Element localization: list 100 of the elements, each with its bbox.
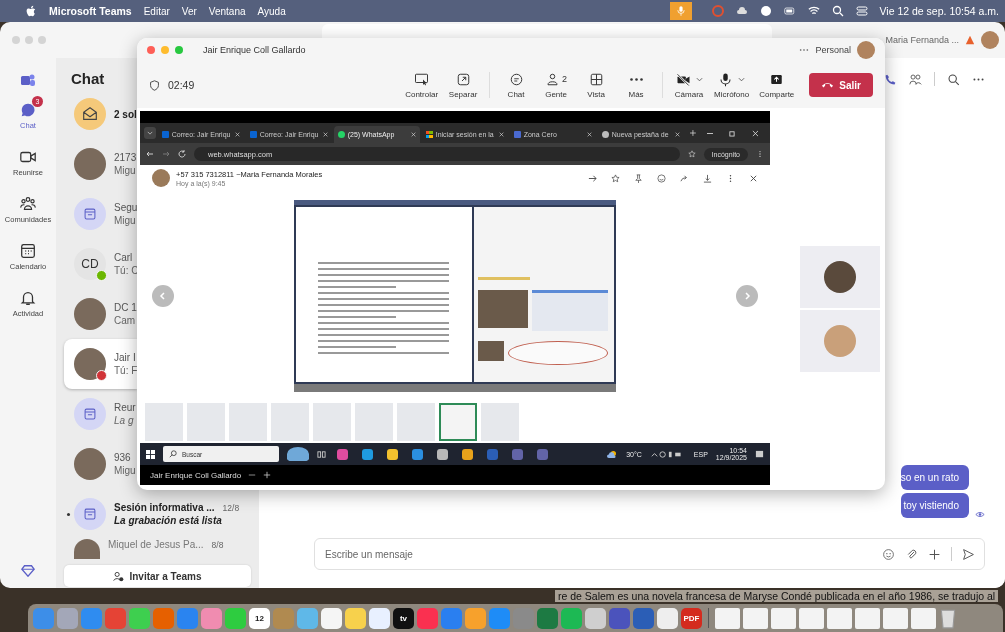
emoji-icon[interactable] <box>882 547 895 561</box>
menu-item[interactable]: Editar <box>143 5 170 17</box>
emoji-icon[interactable] <box>657 173 666 183</box>
leave-button[interactable]: Salir <box>809 73 873 97</box>
menu-item[interactable]: Ver <box>181 5 197 17</box>
invite-button[interactable]: Invitar a Teams <box>64 565 251 587</box>
document-icon[interactable] <box>855 607 880 629</box>
more-icon[interactable] <box>799 48 810 52</box>
image-thumbnail[interactable] <box>271 403 309 441</box>
call-control-button[interactable]: Separar <box>445 71 482 99</box>
wifi-icon[interactable] <box>807 5 820 17</box>
send-icon[interactable] <box>962 547 975 561</box>
paperclip-icon[interactable] <box>905 547 918 561</box>
search-icon[interactable] <box>831 5 844 17</box>
avatar[interactable] <box>857 41 875 59</box>
notification-icon[interactable] <box>755 449 764 459</box>
app-icon[interactable] <box>337 448 348 460</box>
minus-icon[interactable] <box>248 471 257 479</box>
call-control-button[interactable]: Vista <box>578 71 615 99</box>
chat-item[interactable]: 2 sol <box>64 89 137 139</box>
call-control-button[interactable]: Más <box>618 71 655 99</box>
chat-item[interactable]: DC 1 Cam <box>64 289 137 339</box>
app-icon[interactable]: 12 <box>249 607 270 629</box>
task-view-icon[interactable] <box>317 449 326 459</box>
forward-arrow-icon[interactable] <box>162 150 170 158</box>
avatar[interactable] <box>981 31 999 49</box>
call-control-button[interactable]: Controlar <box>402 71 442 99</box>
chat-item[interactable]: Reur La g <box>64 389 136 439</box>
reload-icon[interactable] <box>178 150 186 158</box>
image-thumbnail[interactable] <box>187 403 225 441</box>
pin-icon[interactable] <box>634 173 643 183</box>
app-icon[interactable] <box>362 448 373 460</box>
document-icon[interactable] <box>743 607 768 629</box>
arrow-icon[interactable] <box>588 173 597 183</box>
call-control-button[interactable]: 2 Gente <box>538 71 575 99</box>
account-label[interactable]: Personal <box>815 45 851 55</box>
previous-button[interactable] <box>152 285 174 307</box>
call-control-button[interactable]: Comparte <box>756 71 798 99</box>
download-icon[interactable] <box>703 173 712 183</box>
next-button[interactable] <box>736 285 758 307</box>
chat-item[interactable]: Jair I Tú: F <box>64 339 138 389</box>
app-menu[interactable]: Microsoft Teams <box>49 5 132 17</box>
message-field[interactable]: Escribe un mensaje <box>314 538 985 570</box>
image-thumbnail[interactable] <box>313 403 351 441</box>
trash-icon[interactable] <box>939 607 957 629</box>
image-thumbnail[interactable] <box>439 403 477 441</box>
chat-item[interactable]: Segu Migu <box>64 189 138 239</box>
app-icon[interactable] <box>387 448 398 460</box>
menu-item[interactable]: Ayuda <box>257 5 286 17</box>
document-icon[interactable] <box>911 607 936 629</box>
call-control-button[interactable]: Chat <box>498 71 535 99</box>
app-icon[interactable]: tv <box>393 607 414 629</box>
circle-status-icon[interactable] <box>711 5 724 17</box>
document-icon[interactable] <box>883 607 908 629</box>
search-icon[interactable] <box>947 72 960 86</box>
phone-icon[interactable] <box>884 72 897 86</box>
restore-icon[interactable] <box>729 129 737 137</box>
battery-icon[interactable] <box>783 5 796 17</box>
image-thumbnail[interactable] <box>397 403 435 441</box>
plus-icon[interactable] <box>928 547 941 561</box>
microphone-status-icon[interactable] <box>669 2 692 20</box>
diamond-icon[interactable] <box>21 564 35 578</box>
document-icon[interactable] <box>799 607 824 629</box>
chat-item[interactable]: 2173 Migu <box>64 139 137 189</box>
caret-icon[interactable] <box>738 76 746 82</box>
image-thumbnail[interactable] <box>145 403 183 441</box>
image-thumbnail[interactable] <box>355 403 393 441</box>
chat-item[interactable]: Sesión informativa ... 12/8 La grabación está lista <box>64 489 240 539</box>
participant-tile[interactable] <box>800 310 880 372</box>
forward-icon[interactable] <box>680 173 689 183</box>
document-icon[interactable] <box>827 607 852 629</box>
star-icon[interactable] <box>611 173 620 183</box>
caret-icon[interactable] <box>695 76 703 82</box>
call-control-button[interactable]: Cámara <box>671 71 708 99</box>
people-icon[interactable] <box>909 72 922 86</box>
tab-search-icon[interactable] <box>144 127 156 139</box>
app-icon[interactable] <box>412 448 423 460</box>
app-icon[interactable] <box>437 448 448 460</box>
window-close-button[interactable] <box>147 46 155 54</box>
close-icon[interactable] <box>749 173 758 183</box>
app-icon[interactable]: PDF <box>681 607 702 629</box>
back-arrow-icon[interactable] <box>146 150 154 158</box>
more-icon[interactable] <box>756 150 764 158</box>
image-thumbnail[interactable] <box>481 403 519 441</box>
chat-item[interactable]: 936 Migu <box>64 439 136 489</box>
cloud-icon[interactable] <box>735 5 748 17</box>
app-icon[interactable] <box>462 448 473 460</box>
apple-logo-icon[interactable] <box>26 4 37 18</box>
document-icon[interactable] <box>771 607 796 629</box>
clock[interactable]: Vie 12 de sep. 10:54 a.m. <box>879 5 999 17</box>
call-control-button[interactable]: Micrófono <box>711 71 753 99</box>
profile-name[interactable]: Maria Fernanda ... <box>885 35 959 45</box>
menu-item[interactable]: Ventana <box>208 5 246 17</box>
windows-logo-icon[interactable] <box>146 449 155 459</box>
document-icon[interactable] <box>715 607 740 629</box>
window-zoom-button[interactable] <box>175 46 183 54</box>
control-center-icon[interactable] <box>855 5 868 17</box>
participant-tile[interactable] <box>800 246 880 308</box>
image-thumbnail[interactable] <box>229 403 267 441</box>
chat-item[interactable]: Miquel de Jesus Pa... 8/8 <box>64 539 224 565</box>
